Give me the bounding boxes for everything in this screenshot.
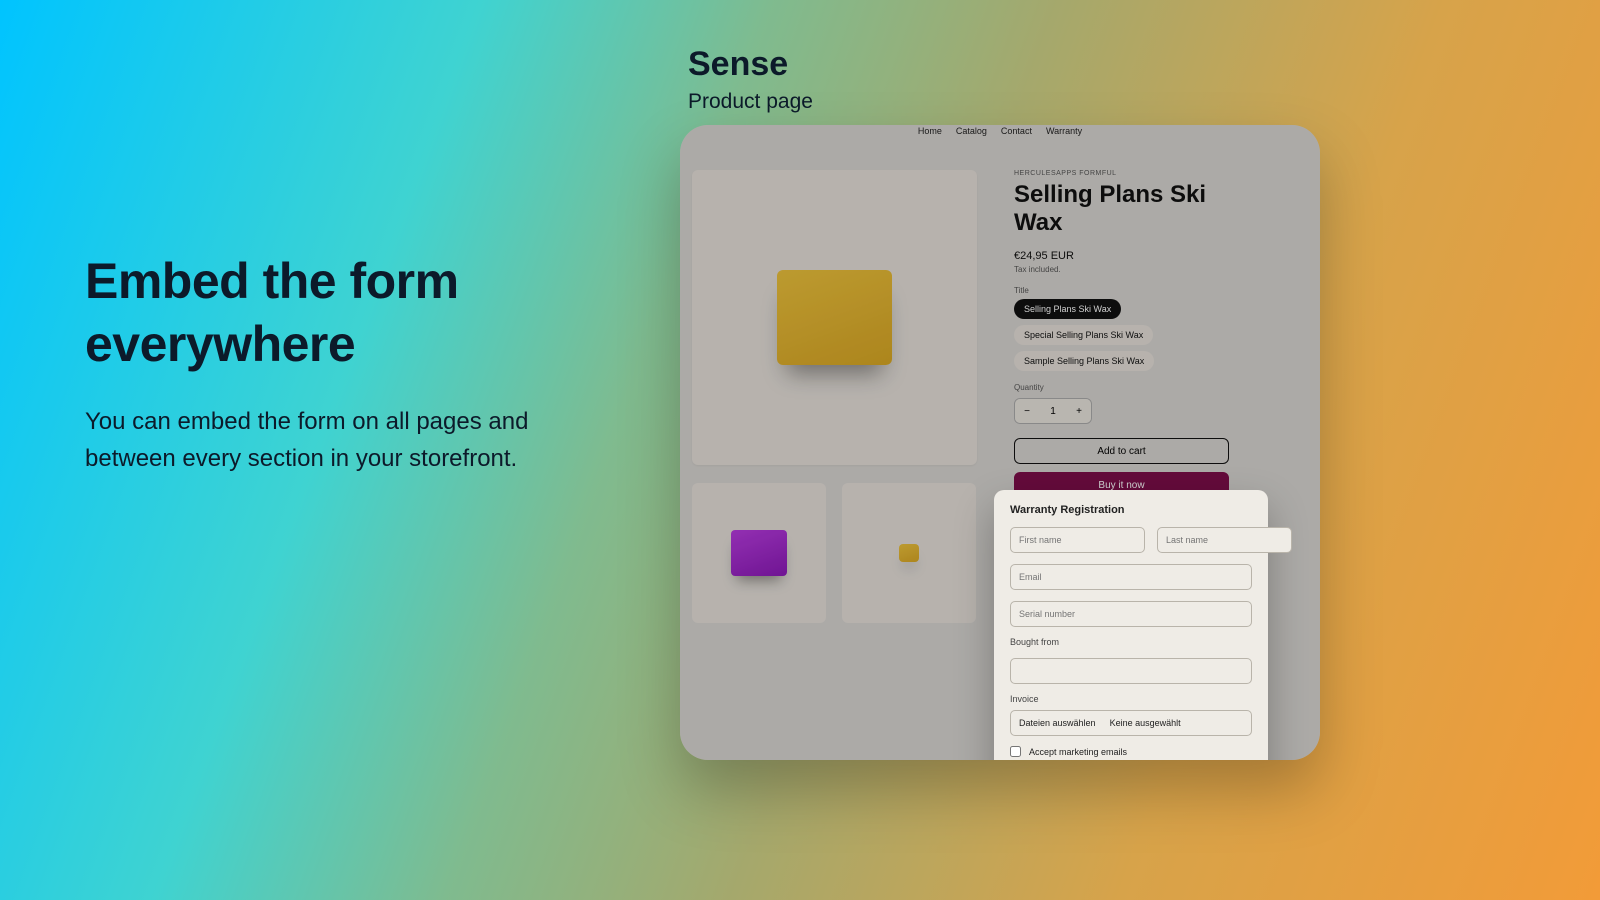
product-title: Selling Plans Ski Wax bbox=[1014, 181, 1234, 236]
invoice-label: Invoice bbox=[1010, 694, 1252, 704]
qty-input[interactable] bbox=[1039, 399, 1067, 423]
variant-chip-1[interactable]: Special Selling Plans Ski Wax bbox=[1014, 325, 1153, 345]
quantity-stepper: − + bbox=[1014, 398, 1092, 424]
nav-item-catalog[interactable]: Catalog bbox=[956, 125, 987, 145]
screenshot-header: Sense Product page bbox=[688, 45, 813, 114]
bought-from-label: Bought from bbox=[1010, 637, 1252, 647]
tax-note: Tax included. bbox=[1014, 265, 1234, 274]
add-to-cart-button[interactable]: Add to cart bbox=[1014, 438, 1229, 464]
qty-decrease-button[interactable]: − bbox=[1015, 399, 1039, 423]
nav-item-warranty[interactable]: Warranty bbox=[1046, 125, 1082, 145]
screenshot-frame: Home Catalog Contact Warranty bbox=[680, 125, 1320, 760]
marketing-headline: Embed the form everywhere bbox=[85, 250, 605, 375]
vendor-name: HERCULESAPPS FORMFUL bbox=[1014, 170, 1234, 177]
warranty-form: Warranty Registration Bought from Invoic… bbox=[994, 490, 1268, 760]
variant-chip-2[interactable]: Sample Selling Plans Ski Wax bbox=[1014, 351, 1154, 371]
product-image-main[interactable] bbox=[692, 170, 977, 465]
product-price: €24,95 EUR bbox=[1014, 250, 1234, 262]
invoice-file-picker[interactable]: Dateien auswählen Keine ausgewählt bbox=[1010, 710, 1252, 736]
first-name-field[interactable] bbox=[1010, 527, 1145, 553]
file-state-text: Keine ausgewählt bbox=[1110, 718, 1181, 728]
marketing-consent-checkbox[interactable] bbox=[1010, 746, 1021, 757]
store-nav: Home Catalog Contact Warranty bbox=[680, 125, 1320, 145]
wax-block-purple bbox=[731, 530, 787, 576]
wax-block-yellow bbox=[777, 270, 892, 365]
marketing-consent-row[interactable]: Accept marketing emails bbox=[1010, 746, 1252, 757]
serial-number-field[interactable] bbox=[1010, 601, 1252, 627]
variant-label: Title bbox=[1014, 286, 1234, 295]
marketing-consent-label: Accept marketing emails bbox=[1029, 747, 1127, 757]
nav-item-home[interactable]: Home bbox=[918, 125, 942, 145]
nav-item-contact[interactable]: Contact bbox=[1001, 125, 1032, 145]
theme-context: Product page bbox=[688, 90, 813, 114]
product-thumb-2[interactable] bbox=[842, 483, 976, 623]
variant-chip-0[interactable]: Selling Plans Ski Wax bbox=[1014, 299, 1121, 319]
email-field[interactable] bbox=[1010, 564, 1252, 590]
product-info: HERCULESAPPS FORMFUL Selling Plans Ski W… bbox=[1014, 170, 1234, 522]
qty-increase-button[interactable]: + bbox=[1067, 399, 1091, 423]
bought-from-field[interactable] bbox=[1010, 658, 1252, 684]
wax-block-small-yellow bbox=[899, 544, 919, 562]
form-title: Warranty Registration bbox=[1010, 504, 1252, 516]
product-gallery bbox=[692, 170, 977, 623]
theme-name: Sense bbox=[688, 45, 813, 84]
quantity-label: Quantity bbox=[1014, 383, 1234, 392]
last-name-field[interactable] bbox=[1157, 527, 1292, 553]
file-choose-button[interactable]: Dateien auswählen bbox=[1019, 718, 1096, 728]
marketing-body: You can embed the form on all pages and … bbox=[85, 403, 605, 477]
product-thumb-1[interactable] bbox=[692, 483, 826, 623]
